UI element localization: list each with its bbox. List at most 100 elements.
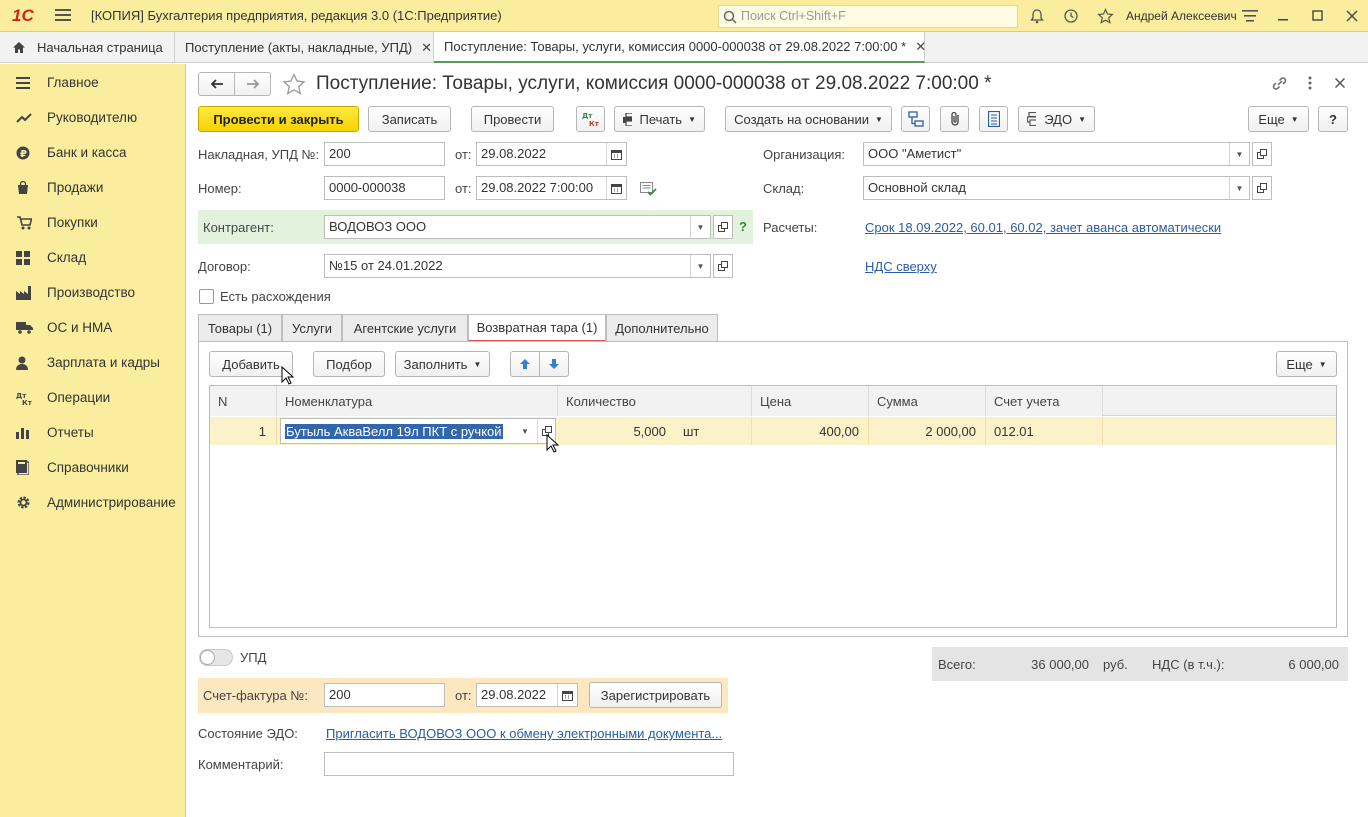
invoice-number-input[interactable]: 200 [324,142,445,166]
open-organization-button[interactable] [1252,142,1272,166]
sf-number-input[interactable]: 200 [324,683,445,707]
more-button[interactable]: Еще ▼ [1248,106,1309,132]
chevron-down-icon[interactable]: ▼ [690,216,710,238]
sidebar-item-bank[interactable]: ₽ Банк и касса [0,135,186,170]
number-input[interactable]: 0000-000038 [324,176,445,200]
sidebar-item-sales[interactable]: Продажи [0,170,186,205]
sidebar-item-directories[interactable]: Справочники [0,450,186,485]
sf-date-input[interactable]: 29.08.2022 [476,683,578,707]
bell-icon[interactable] [1026,5,1048,27]
fill-button[interactable]: Заполнить ▼ [395,351,490,377]
column-header-quantity[interactable]: Количество [558,386,752,416]
tab-returnable-containers[interactable]: Возвратная тара (1) [468,314,606,342]
sidebar-item-purchases[interactable]: Покупки [0,205,186,240]
favorite-star-icon[interactable] [282,72,306,98]
main-menu-icon[interactable] [55,8,71,22]
calendar-icon[interactable] [606,177,626,199]
organization-input[interactable]: ООО "Аметист" ▼ [863,142,1250,166]
contract-input[interactable]: №15 от 24.01.2022 ▼ [324,254,711,278]
sidebar-item-reports[interactable]: Отчеты [0,415,186,450]
column-header-price[interactable]: Цена [752,386,869,416]
warehouse-input[interactable]: Основной склад ▼ [863,176,1250,200]
tab-receipts-list[interactable]: Поступление (акты, накладные, УПД) ✕ [175,32,434,63]
move-up-button[interactable] [510,351,540,377]
sidebar-item-warehouse[interactable]: Склад [0,240,186,275]
column-header-n[interactable]: N [210,386,277,416]
document-check-icon[interactable] [640,182,657,199]
attach-file-button[interactable] [940,106,969,132]
tab-agent-services[interactable]: Агентские услуги [342,314,468,341]
sidebar-item-production[interactable]: Производство [0,275,186,310]
chevron-down-icon[interactable]: ▼ [690,255,710,277]
edo-invite-link[interactable]: Пригласить ВОДОВОЗ ООО к обмену электрон… [326,726,722,741]
create-based-on-button[interactable]: Создать на основании ▼ [725,106,892,132]
structure-button[interactable] [901,106,930,132]
comment-input[interactable] [324,752,734,776]
link-icon[interactable] [1271,75,1288,95]
post-button[interactable]: Провести [471,106,554,132]
sidebar-item-salary[interactable]: Зарплата и кадры [0,345,186,380]
tab-services[interactable]: Услуги [282,314,342,341]
close-tab-icon[interactable]: ✕ [915,39,926,55]
chevron-down-icon[interactable]: ▼ [515,419,535,443]
close-form-icon[interactable] [1334,77,1346,92]
pick-button[interactable]: Подбор [313,351,385,377]
dt-kt-button[interactable]: Дт Кт [576,106,605,132]
tab-receipt-document[interactable]: Поступление: Товары, услуги, комиссия 00… [434,32,926,63]
tab-additional[interactable]: Дополнительно [606,314,718,341]
invoice-date-input[interactable]: 29.08.2022 [476,142,627,166]
calendar-icon[interactable] [557,684,577,706]
calendar-icon[interactable] [606,143,626,165]
table-more-button[interactable]: Еще ▼ [1276,351,1337,377]
column-header-sum[interactable]: Сумма [869,386,986,416]
price-cell[interactable]: 400,00 [752,417,869,445]
column-header-item[interactable]: Номенклатура [277,386,558,416]
open-counterparty-button[interactable] [713,215,733,239]
minimize-icon[interactable] [1273,5,1295,27]
unit-cell[interactable]: шт [674,417,752,445]
document-list-button[interactable] [979,106,1008,132]
sidebar-item-manager[interactable]: Руководителю [0,100,186,135]
settlements-link[interactable]: Срок 18.09.2022, 60.01, 60.02, зачет ава… [865,220,1221,235]
settings-menu-icon[interactable] [1239,5,1261,27]
chevron-down-icon[interactable]: ▼ [1229,177,1249,199]
close-tab-icon[interactable]: ✕ [421,40,432,56]
forward-button[interactable] [234,72,271,96]
star-icon[interactable] [1094,5,1116,27]
open-contract-button[interactable] [713,254,733,278]
register-button[interactable]: Зарегистрировать [589,682,722,708]
user-name[interactable]: Андрей Алексеевич [1126,9,1237,23]
more-options-icon[interactable] [1302,75,1318,94]
quantity-cell[interactable]: 5,000 [558,417,674,445]
discrepancy-checkbox[interactable] [199,289,214,304]
tab-goods[interactable]: Товары (1) [198,314,282,341]
app-logo[interactable]: 1С [12,6,34,26]
counterparty-help-icon[interactable]: ? [739,219,747,234]
tab-home[interactable]: Начальная страница [0,32,175,63]
sum-cell[interactable]: 2 000,00 [869,417,986,445]
open-warehouse-button[interactable] [1252,176,1272,200]
counterparty-input[interactable]: ВОДОВОЗ ООО ▼ [324,215,711,239]
chevron-down-icon[interactable]: ▼ [1229,143,1249,165]
column-header-account[interactable]: Счет учета [986,386,1103,416]
search-input[interactable]: Поиск Ctrl+Shift+F [718,5,1018,28]
number-date-input[interactable]: 29.08.2022 7:00:00 [476,176,627,200]
post-and-close-button[interactable]: Провести и закрыть [198,106,359,132]
sidebar-item-assets[interactable]: ОС и НМА [0,310,186,345]
maximize-icon[interactable] [1307,5,1329,27]
close-window-icon[interactable] [1341,5,1363,27]
sidebar-item-admin[interactable]: Администрирование [0,485,186,520]
back-button[interactable] [198,72,235,96]
item-cell-editor[interactable]: Бутыль АкваВелл 19л ПКТ с ручкой ▼ [280,418,556,444]
vat-link[interactable]: НДС сверху [865,259,937,274]
help-button[interactable]: ? [1318,106,1348,132]
save-button[interactable]: Записать [368,106,451,132]
edo-button[interactable]: ЭДО ▼ [1018,106,1095,132]
move-down-button[interactable] [539,351,569,377]
history-icon[interactable] [1060,5,1082,27]
sidebar-item-main[interactable]: Главное [0,65,186,100]
print-button[interactable]: Печать ▼ [614,106,705,132]
account-cell[interactable]: 012.01 [986,417,1103,445]
sidebar-item-operations[interactable]: Дт Кт Операции [0,380,186,415]
upd-toggle[interactable] [199,649,233,666]
